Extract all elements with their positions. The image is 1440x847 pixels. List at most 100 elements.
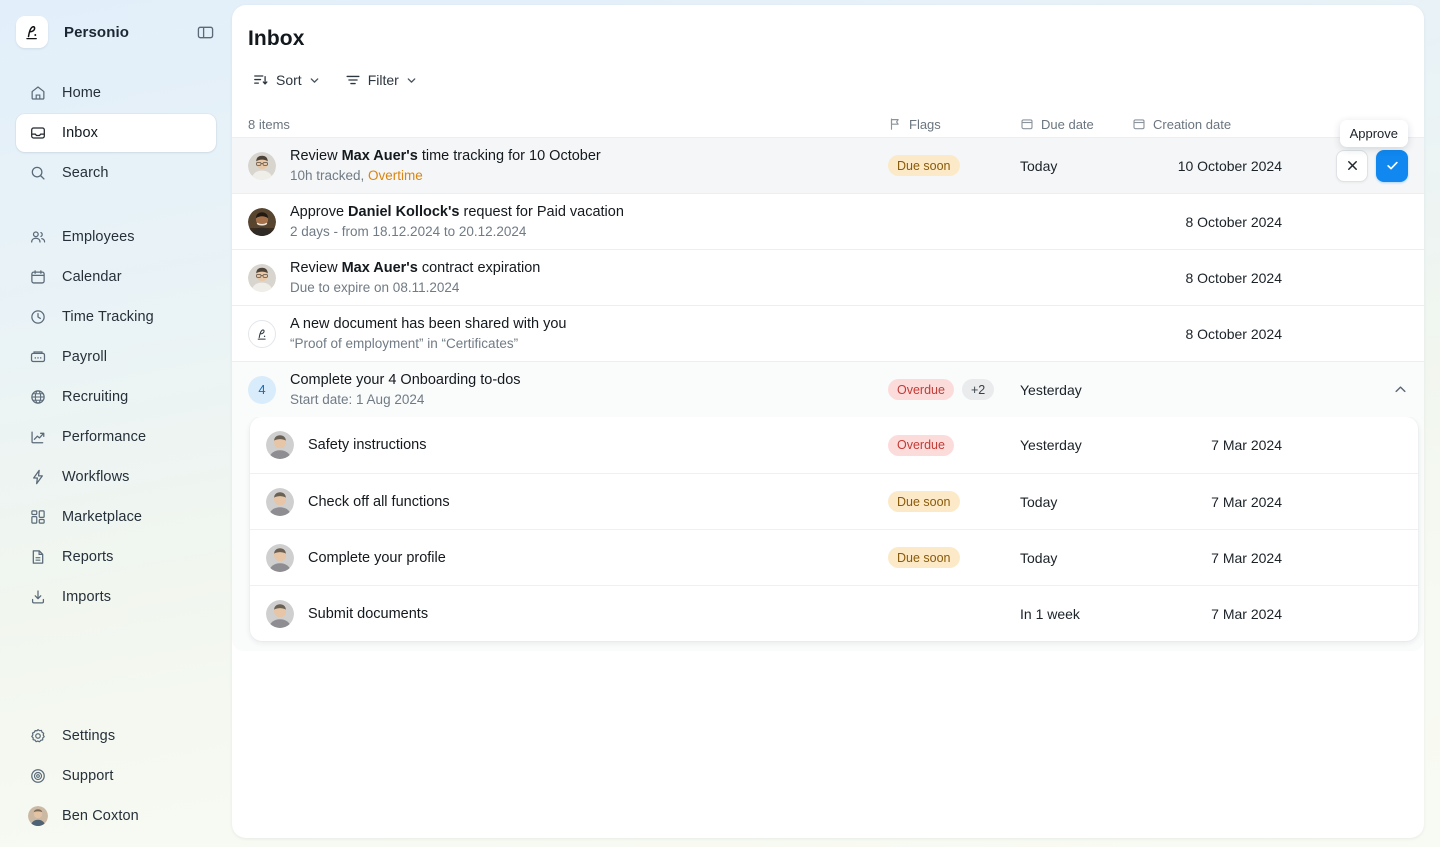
clock-icon xyxy=(28,307,48,327)
status-badge: Due soon xyxy=(888,547,960,568)
chevron-up-icon[interactable] xyxy=(1392,382,1408,398)
row-main-cell: 4 Complete your 4 Onboarding to-dos Star… xyxy=(248,371,888,409)
sort-button[interactable]: Sort xyxy=(244,65,328,95)
sub-table-row[interactable]: Complete your profile Due soon Today 7 M… xyxy=(250,529,1418,585)
inbox-icon xyxy=(28,123,48,143)
table-row[interactable]: Approve Review Max Auer's time tracking … xyxy=(232,120,1424,193)
sub-table-row[interactable]: Check off all functions Due soon Today 7… xyxy=(250,473,1418,529)
table-row[interactable]: Review Max Auer's contract expiration Du… xyxy=(232,249,1424,305)
column-header-label: Flags xyxy=(909,116,941,132)
sidebar-item-label: Support xyxy=(62,768,114,784)
sidebar-item-marketplace[interactable]: Marketplace xyxy=(16,498,216,536)
sidebar-item-label: Performance xyxy=(62,429,147,445)
row-due-date: Yesterday xyxy=(1020,437,1082,453)
reject-button[interactable] xyxy=(1336,149,1368,182)
items-count: 8 items xyxy=(248,116,290,132)
sidebar-item-user[interactable]: Ben Coxton xyxy=(16,797,216,835)
row-subtitle: Start date: 1 Aug 2024 xyxy=(290,391,425,407)
sidebar-item-home[interactable]: Home xyxy=(16,74,216,112)
group-row[interactable]: 4 Complete your 4 Onboarding to-dos Star… xyxy=(232,361,1424,417)
group-count-badge: 4 xyxy=(248,375,276,404)
status-badge: Due soon xyxy=(888,491,960,512)
column-header-label: Creation date xyxy=(1153,116,1232,132)
flag-icon xyxy=(888,117,902,131)
row-main-cell: A new document has been shared with you … xyxy=(248,315,888,353)
avatar xyxy=(266,431,294,459)
overtime-highlight: Overtime xyxy=(368,167,423,183)
approve-tooltip: Approve xyxy=(1339,120,1408,147)
row-creation-date: 10 October 2024 xyxy=(1177,157,1282,174)
sidebar-item-settings[interactable]: Settings xyxy=(16,717,216,755)
column-header-label: Due date xyxy=(1041,116,1094,132)
row-due-date: Today xyxy=(1020,549,1058,566)
row-title: Complete your profile xyxy=(308,549,446,566)
brand-row: Personio xyxy=(16,0,216,64)
sidebar-toggle-icon[interactable] xyxy=(194,21,216,43)
row-due-date: In 1 week xyxy=(1020,605,1080,622)
table-header: 8 items Flags Due date Creation date xyxy=(232,111,1424,137)
chevron-down-icon xyxy=(309,75,319,85)
sidebar-item-time-tracking[interactable]: Time Tracking xyxy=(16,298,216,336)
sidebar-item-payroll[interactable]: Payroll xyxy=(16,338,216,376)
column-header-creation-date: Creation date xyxy=(1132,117,1282,132)
sub-table-row[interactable]: Submit documents In 1 week 7 Mar 2024 xyxy=(250,585,1418,641)
bolt-icon xyxy=(28,467,48,487)
more-flags-badge[interactable]: +2 xyxy=(961,379,995,400)
avatar xyxy=(248,151,276,180)
filter-icon xyxy=(345,72,361,88)
lifebuoy-icon xyxy=(28,766,48,786)
chevron-down-icon xyxy=(406,75,416,85)
row-flags-cell: Due soon xyxy=(888,547,1020,568)
row-due-date: Today xyxy=(1020,157,1058,174)
sidebar-item-label: Payroll xyxy=(62,349,108,365)
search-icon xyxy=(28,163,48,183)
table-row[interactable]: Approve Daniel Kollock's request for Pai… xyxy=(232,193,1424,249)
sidebar-item-label: Recruiting xyxy=(62,389,129,405)
status-badge: Due soon xyxy=(888,155,960,176)
sidebar-item-label: Imports xyxy=(62,589,112,605)
sidebar-item-employees[interactable]: Employees xyxy=(16,218,216,256)
row-subtitle: 2 days - from 18.12.2024 to 20.12.2024 xyxy=(290,223,527,239)
sidebar-item-performance[interactable]: Performance xyxy=(16,418,216,456)
avatar xyxy=(248,207,276,236)
sidebar-item-label: Ben Coxton xyxy=(62,808,139,824)
row-action-buttons xyxy=(1336,149,1408,182)
sidebar-item-calendar[interactable]: Calendar xyxy=(16,258,216,296)
sub-table-row[interactable]: Safety instructions Overdue Yesterday 7 … xyxy=(250,417,1418,473)
sidebar-item-support[interactable]: Support xyxy=(16,757,216,795)
sidebar-item-recruiting[interactable]: Recruiting xyxy=(16,378,216,416)
row-title: Check off all functions xyxy=(308,493,450,510)
column-header-due-date: Due date xyxy=(1020,117,1132,132)
page-title: Inbox xyxy=(248,27,305,50)
row-title: Review Max Auer's time tracking for 10 O… xyxy=(290,147,601,164)
personio-logo-icon[interactable] xyxy=(16,16,48,48)
sidebar-item-label: Time Tracking xyxy=(62,309,154,325)
sidebar-item-imports[interactable]: Imports xyxy=(16,578,216,616)
sidebar-item-workflows[interactable]: Workflows xyxy=(16,458,216,496)
people-icon xyxy=(28,227,48,247)
row-subtitle: 10h tracked, Overtime xyxy=(290,167,423,183)
approve-button[interactable] xyxy=(1376,149,1408,182)
globe-icon xyxy=(28,387,48,407)
sort-label: Sort xyxy=(276,72,302,88)
sidebar-item-search[interactable]: Search xyxy=(16,154,216,192)
sidebar-item-inbox[interactable]: Inbox xyxy=(16,114,216,152)
row-creation-date: 7 Mar 2024 xyxy=(1211,437,1282,453)
import-icon xyxy=(28,587,48,607)
row-text: A new document has been shared with you … xyxy=(290,315,566,353)
sidebar-item-label: Marketplace xyxy=(62,509,143,525)
onboarding-group: 4 Complete your 4 Onboarding to-dos Star… xyxy=(232,361,1424,651)
row-main-cell: Approve Daniel Kollock's request for Pai… xyxy=(248,203,888,241)
row-flags-cell: Due soon xyxy=(888,155,1020,176)
sidebar-item-label: Search xyxy=(62,165,109,181)
sidebar-bottom-nav: Settings Support Ben Coxton xyxy=(16,717,216,847)
row-creation-date: 8 October 2024 xyxy=(1185,269,1282,286)
table-row[interactable]: A new document has been shared with you … xyxy=(232,305,1424,361)
sidebar-item-label: Reports xyxy=(62,549,114,565)
home-icon xyxy=(28,83,48,103)
filter-button[interactable]: Filter xyxy=(336,65,425,95)
brand-name: Personio xyxy=(64,23,129,41)
sidebar-item-label: Calendar xyxy=(62,269,122,285)
sidebar-item-reports[interactable]: Reports xyxy=(16,538,216,576)
